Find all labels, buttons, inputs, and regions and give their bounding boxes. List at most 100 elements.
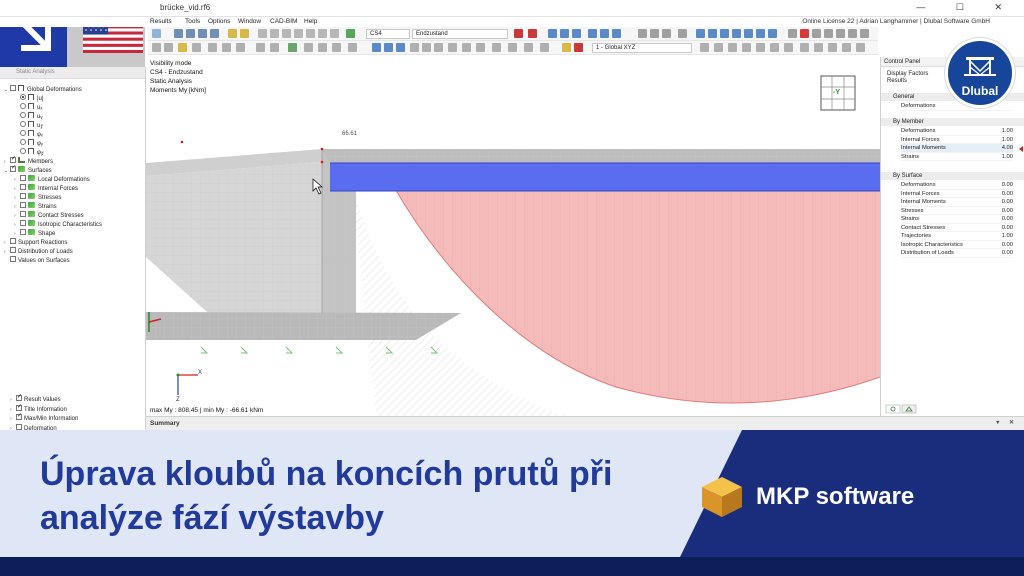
checkbox[interactable] xyxy=(20,229,26,236)
checkbox[interactable] xyxy=(20,220,26,227)
tool-icon[interactable] xyxy=(164,43,173,52)
display-factor-value[interactable]: 1.00 xyxy=(1002,232,1013,241)
display-factor-row[interactable]: Internal Moments 4.00 xyxy=(901,144,1013,153)
checkbox[interactable] xyxy=(20,202,26,209)
model-icon[interactable] xyxy=(258,29,267,38)
checkbox[interactable] xyxy=(10,85,16,92)
display-factor-row[interactable]: Deformations 1.00 xyxy=(901,127,1013,136)
model-icon[interactable] xyxy=(318,29,327,38)
display-icon[interactable] xyxy=(848,29,857,38)
model-icon[interactable] xyxy=(330,29,339,38)
model-icon[interactable] xyxy=(282,29,291,38)
display-factor-row[interactable]: Contact Stresses 0.00 xyxy=(901,224,1013,232)
radio-button[interactable] xyxy=(20,112,26,119)
load-case-id-select[interactable]: CS4 xyxy=(366,29,410,39)
tool-icon[interactable] xyxy=(448,43,457,52)
checkbox[interactable] xyxy=(16,403,22,412)
menu-results[interactable]: Results xyxy=(150,18,172,25)
display-icon[interactable] xyxy=(678,29,687,38)
checkbox[interactable] xyxy=(10,164,16,173)
tool-icon[interactable] xyxy=(384,43,393,52)
display-icon[interactable] xyxy=(824,29,833,38)
checkbox[interactable] xyxy=(10,155,16,164)
tool-icon[interactable] xyxy=(288,43,297,52)
display-icon[interactable] xyxy=(768,29,777,38)
tool-icon[interactable] xyxy=(396,43,405,52)
tool-icon[interactable] xyxy=(348,43,357,52)
menu-window[interactable]: Window xyxy=(238,18,261,25)
display-factor-value[interactable]: 0.00 xyxy=(1002,249,1013,258)
tool-icon[interactable] xyxy=(562,43,571,52)
checkbox[interactable] xyxy=(16,393,22,402)
navigator-item[interactable]: › Shape xyxy=(14,229,55,239)
radio-button[interactable] xyxy=(20,121,26,128)
checkbox[interactable] xyxy=(16,412,22,421)
checkbox[interactable] xyxy=(20,211,26,218)
display-factor-value[interactable]: 0.00 xyxy=(1002,198,1013,207)
tool-icon[interactable] xyxy=(410,43,419,52)
tool-icon[interactable] xyxy=(222,43,231,52)
display-icon[interactable] xyxy=(744,29,753,38)
summary-bar[interactable]: Summary ▾ ✕ xyxy=(146,416,1024,430)
result-type-icon[interactable] xyxy=(588,29,597,38)
checkbox[interactable] xyxy=(20,175,26,182)
tool-icon[interactable] xyxy=(714,43,723,52)
model-icon[interactable] xyxy=(294,29,303,38)
tool-icon[interactable] xyxy=(318,43,327,52)
model-3d-view[interactable]: 66.61 X Z Visibility mode CS4 - Endzusta… xyxy=(146,57,880,416)
load-case-name-select[interactable]: Endzustand xyxy=(412,29,508,39)
table-icon[interactable] xyxy=(228,29,237,38)
checkbox[interactable] xyxy=(10,256,16,263)
display-factor-value[interactable]: 0.00 xyxy=(1002,215,1013,224)
tool-icon[interactable] xyxy=(152,43,161,52)
tool-icon[interactable] xyxy=(208,43,217,52)
display-factor-row[interactable]: Distribution of Loads 0.00 xyxy=(901,249,1013,258)
summary-controls[interactable]: ▾ ✕ xyxy=(996,419,1018,426)
tool-icon[interactable] xyxy=(742,43,751,52)
view-icon[interactable] xyxy=(174,29,183,38)
view-icon[interactable] xyxy=(186,29,195,38)
display-icon[interactable] xyxy=(732,29,741,38)
close-icon[interactable] xyxy=(800,29,809,38)
result-type-icon[interactable] xyxy=(548,29,557,38)
checkbox[interactable] xyxy=(20,184,26,191)
tool-icon[interactable] xyxy=(256,43,265,52)
display-factor-row[interactable]: Strains 1.00 xyxy=(901,153,1013,161)
display-factor-row[interactable]: Internal Moments 0.00 xyxy=(901,198,1013,207)
tool-icon[interactable] xyxy=(492,43,501,52)
display-factor-value[interactable]: 1.00 xyxy=(1002,136,1013,145)
result-type-icon[interactable] xyxy=(560,29,569,38)
display-icon[interactable] xyxy=(650,29,659,38)
display-factor-value[interactable]: 0.00 xyxy=(1002,190,1013,199)
checkbox[interactable] xyxy=(20,193,26,200)
display-factor-row[interactable]: Internal Forces 1.00 xyxy=(901,136,1013,145)
radio-button[interactable] xyxy=(20,94,26,101)
display-icon[interactable] xyxy=(836,29,845,38)
tool-icon[interactable] xyxy=(462,43,471,52)
tool-icon[interactable] xyxy=(828,43,837,52)
checkbox[interactable] xyxy=(10,238,16,245)
tool-icon[interactable] xyxy=(856,43,865,52)
display-factor-value[interactable]: 1.00 xyxy=(1002,127,1013,136)
result-type-icon[interactable] xyxy=(600,29,609,38)
model-icon[interactable] xyxy=(306,29,315,38)
display-factor-value[interactable]: 0.00 xyxy=(1002,207,1013,216)
display-icon[interactable] xyxy=(756,29,765,38)
tool-icon[interactable] xyxy=(540,43,549,52)
display-factor-row[interactable]: Isotropic Characteristics 0.00 xyxy=(901,241,1013,249)
display-icon[interactable] xyxy=(662,29,671,38)
tool-icon[interactable] xyxy=(728,43,737,52)
display-icon[interactable] xyxy=(860,29,869,38)
window-controls[interactable]: — ☐ ✕ xyxy=(916,2,1016,13)
display-factor-value[interactable]: 4.00 xyxy=(1002,144,1013,153)
display-icon[interactable] xyxy=(696,29,705,38)
tool-icon[interactable] xyxy=(508,43,517,52)
display-icon[interactable] xyxy=(788,29,797,38)
display-icon[interactable] xyxy=(720,29,729,38)
display-option[interactable]: ›Max/Min Information xyxy=(10,412,78,424)
new-file-icon[interactable] xyxy=(152,29,161,38)
result-type-icon[interactable] xyxy=(612,29,621,38)
tool-icon[interactable] xyxy=(700,43,709,52)
display-icon[interactable] xyxy=(812,29,821,38)
radio-button[interactable] xyxy=(20,139,26,146)
